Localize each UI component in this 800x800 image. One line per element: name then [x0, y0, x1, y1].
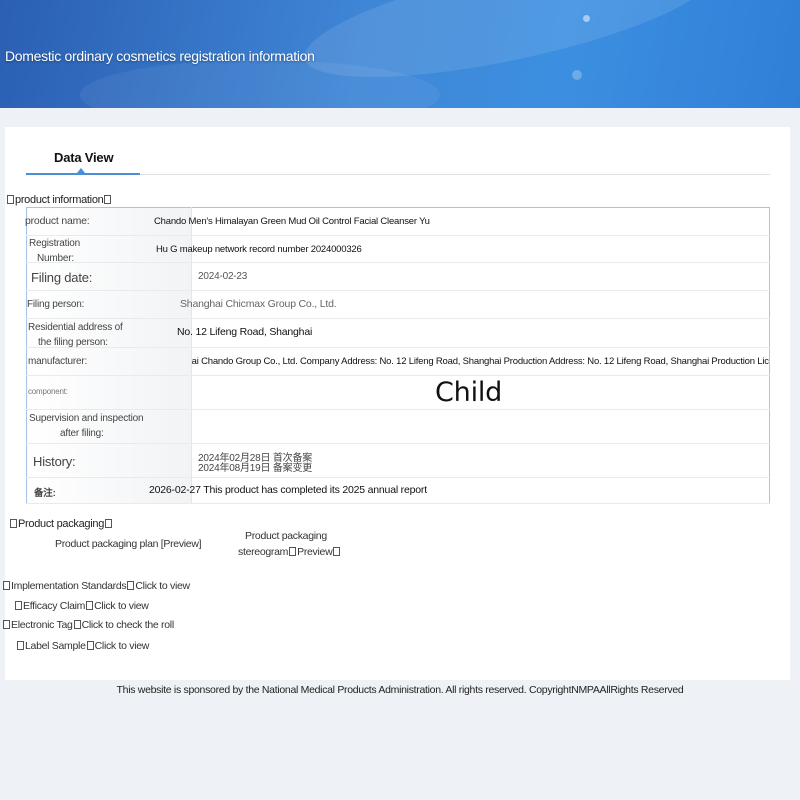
efficacy-label: Efficacy Claim — [23, 600, 86, 612]
product-name-label: product name: — [25, 215, 90, 227]
supervision-label-line2: after filing: — [60, 428, 104, 439]
tab-data-view[interactable]: Data View — [54, 150, 114, 165]
row-value-cell: Hu G makeup network record number 202400… — [156, 235, 770, 263]
bracket-close-icon — [104, 195, 112, 204]
standards-label: Implementation Standards — [11, 580, 127, 592]
manufacturer-value: Company Name: Shanghai Chando Group Co.,… — [191, 356, 770, 367]
bracket-open-icon — [10, 519, 17, 528]
efficacy-view-link[interactable]: Click to view — [94, 600, 149, 612]
footer-copyright: This website is sponsored by the Nationa… — [116, 684, 684, 696]
table-row: component: Child — [26, 375, 770, 410]
bracket-icon — [73, 620, 81, 629]
banner-dot — [572, 70, 582, 80]
remark-value: 2026-02-27 This product has completed it… — [149, 484, 427, 496]
row-label-cell: Supervision and inspection after filing: — [26, 409, 192, 444]
bracket-open-icon — [7, 195, 14, 204]
product-info-table: product name: Chando Men's Himalayan Gre… — [25, 207, 770, 504]
bracket-close-icon — [105, 519, 113, 528]
row-value-cell — [191, 409, 770, 444]
electronic-tag-link[interactable]: Click to check the roll — [82, 619, 175, 631]
supervision-label-line1: Supervision and inspection — [29, 413, 144, 424]
standards-row: Implementation Standards Click to view — [2, 580, 190, 592]
bracket-icon — [86, 601, 94, 610]
filing-person-value: Shanghai Chicmax Group Co., Ltd. — [180, 298, 337, 310]
registration-label-line1: Registration — [29, 238, 80, 249]
table-row: 备注: 2026-02-27 This product has complete… — [26, 477, 770, 504]
efficacy-row: Efficacy Claim Click to view — [14, 600, 149, 612]
row-value-cell: Company Name: Shanghai Chando Group Co.,… — [191, 347, 770, 376]
stereogram-label-line1: Product packaging — [245, 530, 327, 542]
remark-label: 备注: — [34, 488, 56, 499]
history-label: History: — [33, 454, 76, 469]
row-label-cell: Filing date: — [26, 262, 192, 291]
table-row: Filing person: Shanghai Chicmax Group Co… — [26, 290, 770, 319]
address-label-line2: the filing person: — [38, 337, 108, 348]
address-label-line1: Residential address of — [28, 322, 123, 333]
bracket-icon — [3, 581, 10, 590]
row-value-cell: 2026-02-27 This product has completed it… — [149, 477, 770, 504]
row-label-cell: manufacturer: — [26, 347, 192, 376]
bracket-open-icon — [289, 547, 297, 556]
row-value-cell: 2024-02-23 — [191, 262, 770, 291]
standards-view-link[interactable]: Click to view — [135, 580, 190, 592]
packaging-heading: Product packaging — [9, 518, 113, 530]
label-sample-view-link[interactable]: Click to view — [95, 640, 150, 652]
history-entry-2: 2024年08月19日 备案变更 — [198, 463, 313, 474]
bracket-icon — [3, 620, 10, 629]
manufacturer-label: manufacturer: — [28, 356, 88, 367]
label-sample-row: Label Sample Click to view — [16, 640, 149, 652]
row-label-cell: Filing person: — [26, 290, 192, 319]
stereogram-preview-link[interactable]: Preview — [297, 546, 333, 558]
component-label: component: — [28, 387, 68, 396]
electronic-tag-label: Electronic Tag — [11, 619, 73, 631]
table-row: Residential address of the filing person… — [26, 318, 770, 348]
component-value: Child — [435, 377, 503, 408]
tab-pointer-icon — [77, 168, 85, 173]
registration-number-value: Hu G makeup network record number 202400… — [156, 244, 362, 255]
tab-active-indicator — [26, 173, 140, 175]
table-row: Supervision and inspection after filing: — [26, 409, 770, 444]
page-title: Domestic ordinary cosmetics registration… — [5, 48, 315, 64]
bracket-icon — [86, 641, 94, 650]
row-value-cell: Child — [191, 375, 770, 410]
electronic-tag-row: Electronic Tag Click to check the roll — [2, 619, 174, 631]
bracket-icon — [15, 601, 22, 610]
packaging-plan-link[interactable]: Product packaging plan [Preview] — [55, 538, 202, 550]
content-panel: Data View product information product na… — [2, 127, 790, 680]
row-value-cell: 2024年02月28日 首次备案 2024年08月19日 备案变更 — [191, 443, 770, 478]
product-info-heading-text: product information — [15, 194, 104, 206]
row-value-cell: Chando Men's Himalayan Green Mud Oil Con… — [154, 207, 770, 236]
filing-date-label: Filing date: — [31, 270, 93, 285]
table-row: Filing date: 2024-02-23 — [26, 262, 770, 291]
row-label-cell: History: — [26, 443, 192, 478]
stereogram-label-text: stereogram — [238, 546, 289, 558]
table-row: manufacturer: Company Name: Shanghai Cha… — [26, 347, 770, 376]
product-info-heading: product information — [6, 194, 112, 206]
packaging-heading-text: Product packaging — [18, 518, 105, 530]
filing-person-label: Filing person: — [27, 299, 85, 310]
product-name-value: Chando Men's Himalayan Green Mud Oil Con… — [154, 216, 430, 227]
filing-date-value: 2024-02-23 — [198, 271, 248, 282]
label-sample-label: Label Sample — [25, 640, 86, 652]
banner-dot — [583, 15, 590, 22]
row-value-cell: No. 12 Lifeng Road, Shanghai — [177, 318, 770, 348]
stereogram-label-line2: stereogram Preview — [238, 546, 341, 558]
bracket-icon — [17, 641, 24, 650]
bracket-close-icon — [333, 547, 341, 556]
row-value-cell: Shanghai Chicmax Group Co., Ltd. — [180, 290, 770, 319]
row-label-cell: Residential address of the filing person… — [26, 318, 192, 348]
address-value: No. 12 Lifeng Road, Shanghai — [177, 326, 313, 338]
bracket-icon — [127, 581, 135, 590]
table-row: product name: Chando Men's Himalayan Gre… — [25, 207, 770, 236]
table-row: History: 2024年02月28日 首次备案 2024年08月19日 备案… — [26, 443, 770, 478]
table-row: Registration Number: Hu G makeup network… — [26, 235, 770, 264]
header-banner: Domestic ordinary cosmetics registration… — [0, 0, 800, 108]
row-label-cell: component: — [26, 375, 192, 410]
